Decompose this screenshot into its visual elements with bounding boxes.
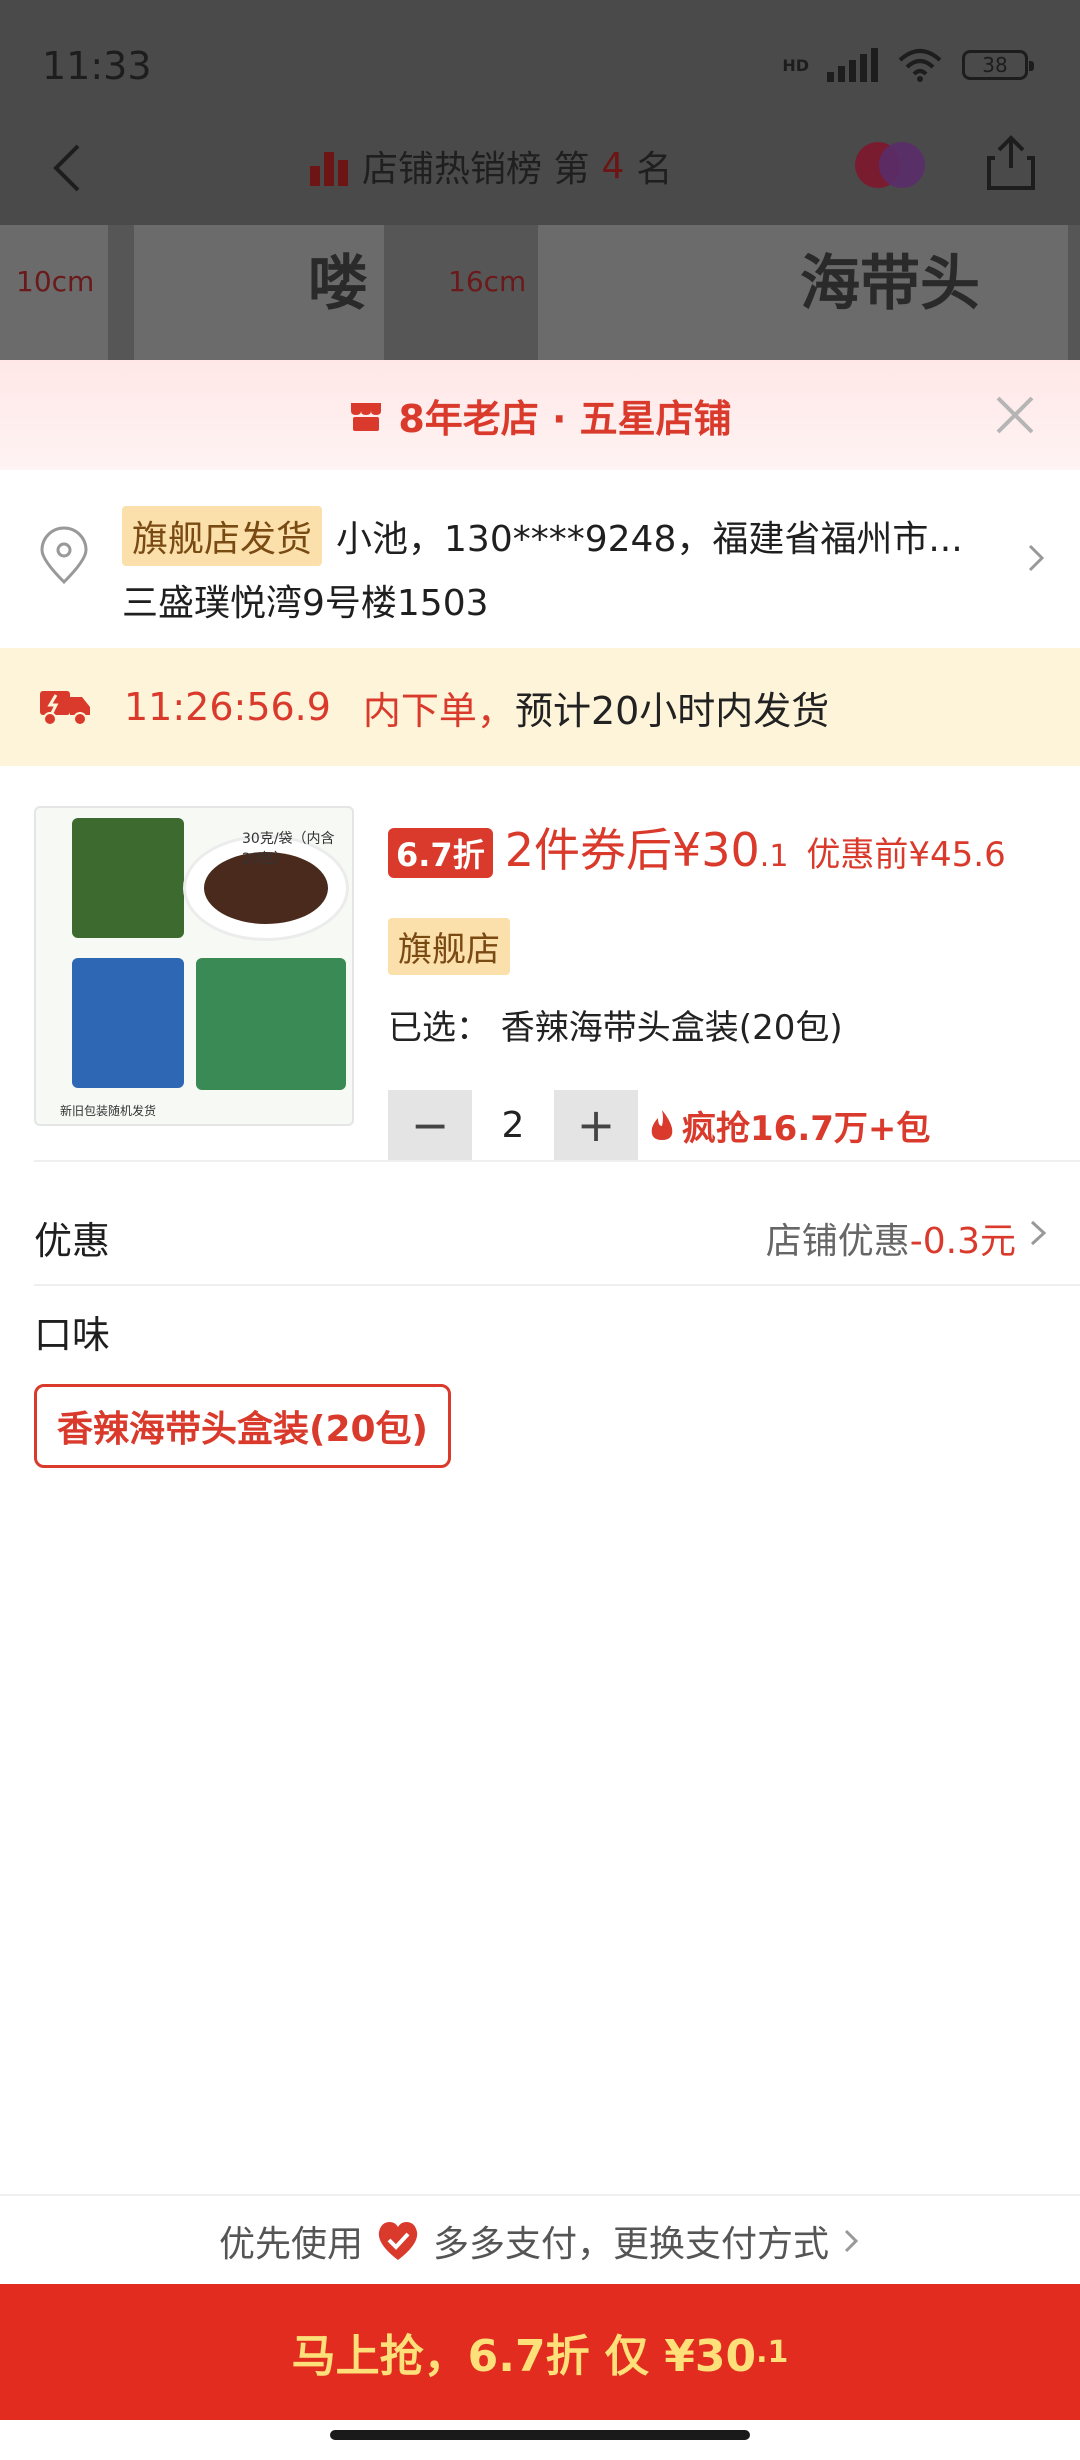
store-rank[interactable]: 店铺热销榜 第 4名 [310,140,672,192]
top-nav: 店铺热销榜 第 4名 [0,120,1080,210]
delivery-text: 预计20小时内发货 [514,688,830,733]
address-row[interactable]: 旗舰店发货 小池，130****9248，福建省福州市... 三盛璞悦湾9号楼1… [0,470,1080,640]
signal-icon [827,48,878,82]
address-line2: 三盛璞悦湾9号楼1503 [122,583,489,624]
status-time: 11:33 [42,44,152,88]
divider [34,1284,1080,1286]
strip-label-left: 10cm [16,265,95,298]
delivery-text-red: 内下单， [362,688,515,733]
rank-text: 店铺热销榜 第 [362,149,590,190]
network-label: HD [782,55,809,75]
product-image[interactable]: 30克/袋（内含20包） 新旧包装随机发货 [34,806,354,1126]
status-icons: HD 38 [782,48,1034,82]
payment-prefix: 优先使用 [218,2224,363,2265]
strip-art-a: 喽 [308,249,368,319]
payment-method-row[interactable]: 优先使用 多多支付，更换支付方式 [0,2194,1080,2286]
fire-icon [651,1110,673,1140]
purchase-sheet: 8年老店 · 五星店铺 旗舰店发货 小池，130****9248，福建省福州市.… [0,360,1080,2460]
product-image-strip: 10cm 喽 16cm 海带头 [0,225,1080,360]
avatar-circles[interactable] [855,142,925,188]
flagship-shipping-tag: 旗舰店发货 [122,506,323,566]
delivery-banner: 11:26:56.9 内下单， 预计20小时内发货 [0,648,1080,766]
store-icon [351,403,382,431]
fast-delivery-icon [40,691,90,726]
strip-art-b: 海带头 [800,249,980,319]
background-page: 11:33 HD 38 店铺热销榜 第 4名 10cm 喽 16cm 海带头 [0,0,1080,360]
product-image-caption: 30克/袋（内含20包） [242,831,335,867]
battery-icon: 38 [962,50,1034,80]
address-line1: 旗舰店发货 小池，130****9248，福建省福州市... [122,506,963,566]
pay-heart-icon [378,2222,418,2260]
strip-label-mid: 16cm [448,265,527,298]
chevron-right-icon [1030,1220,1047,1246]
quantity-value[interactable]: 2 [472,1105,554,1146]
order-countdown: 11:26:56.9 [124,685,331,729]
share-icon[interactable] [985,134,1037,192]
original-price: 优惠前¥45.6 [806,835,1006,875]
product-summary: 30克/袋（内含20包） 新旧包装随机发货 6.7折 2件券后¥30 .1 优惠… [0,790,1080,1162]
flavor-title: 口味 [34,1313,111,1357]
payment-text: 多多支付，更换支付方式 [433,2224,830,2265]
rank-suffix: 名 [636,149,673,190]
rank-number: 4 [601,145,625,187]
buy-now-button[interactable]: 马上抢，6.7折 仅 ¥30.1 [0,2284,1080,2420]
discount-value: 店铺优惠-0.3元 [766,1212,1016,1264]
rank-chart-icon [310,146,350,186]
chevron-right-icon [844,2229,859,2253]
home-indicator[interactable] [330,2430,750,2440]
hot-sales: 疯抢16.7万+包 [648,1101,930,1150]
buy-now-decimal: .1 [756,2334,789,2370]
price-row: 6.7折 2件券后¥30 .1 优惠前¥45.6 [388,814,1006,880]
divider [34,1160,1080,1162]
back-icon[interactable] [44,138,94,198]
flagship-tag: 旗舰店 [388,918,510,975]
buy-now-label: 马上抢，6.7折 仅 ¥30 [291,2331,757,2382]
discount-title: 优惠 [34,1219,111,1263]
location-icon [40,526,88,585]
battery-level: 38 [982,53,1008,77]
store-banner-text: 8年老店 · 五星店铺 [398,396,732,441]
discount-badge: 6.7折 [388,828,493,878]
quantity-stepper: − 2 + 疯抢16.7万+包 [388,1090,930,1160]
flavor-option-selected[interactable]: 香辣海带头盒装(20包) [34,1384,452,1468]
decrease-button[interactable]: − [388,1090,472,1160]
store-banner: 8年老店 · 五星店铺 [0,360,1080,470]
address-contact: 小池，130****9248，福建省福州市... [336,519,963,560]
coupon-price: 2件券后¥30 [504,823,760,877]
close-icon[interactable] [990,390,1040,440]
wifi-icon [898,49,942,82]
hot-sales-text: 疯抢16.7万+包 [682,1108,931,1149]
chevron-right-icon [1028,544,1045,572]
coupon-price-decimal: .1 [759,839,789,874]
selected-variant: 已选： 香辣海带头盒装(20包) [388,1008,843,1048]
discount-row[interactable]: 优惠 店铺优惠-0.3元 [0,1172,1080,1294]
store-discount-label: 店铺优惠 [765,1221,910,1262]
product-image-caption2: 新旧包装随机发货 [60,1104,157,1118]
increase-button[interactable]: + [554,1090,638,1160]
status-bar: 11:33 HD 38 [0,0,1080,130]
store-discount-amount: -0.3元 [909,1221,1016,1262]
